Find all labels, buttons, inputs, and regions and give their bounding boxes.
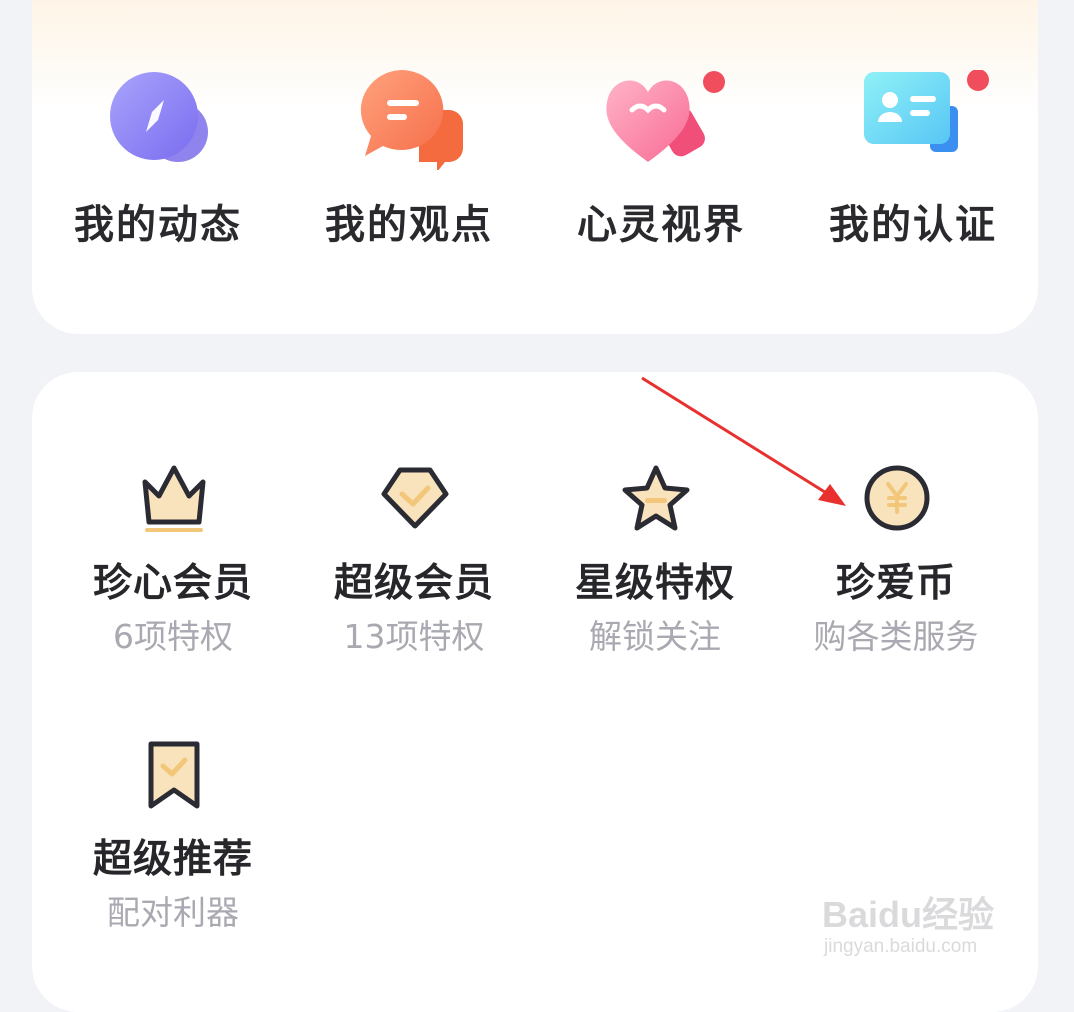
shortcut-label: 我的动态 [74,202,242,248]
service-subtitle: 13项特权 [343,617,485,656]
service-subtitle: 购各类服务 [813,617,979,656]
notification-dot [967,70,989,91]
shortcut-my-posts[interactable]: 我的动态 [33,70,283,250]
service-title: 星级特权 [574,561,735,606]
compass-icon [110,72,208,162]
shortcut-label: 我的观点 [325,202,493,248]
service-zhenai-coin[interactable]: 珍爱币 购各类服务 [776,464,1016,664]
heart-icon [606,71,725,162]
baidu-watermark: Baidu经验 jingyan.baidu.com [822,866,1022,966]
profile-shortcuts-card: 我的动态 我的观点 心灵视界 我的认证 [32,0,1038,334]
service-star-privilege[interactable]: 星级特权 解锁关注 [535,464,775,664]
service-title: 超级推荐 [92,837,253,882]
service-subtitle: 配对利器 [107,893,239,932]
shortcut-label: 心灵视界 [577,202,745,248]
shortcut-my-opinions[interactable]: 我的观点 [284,70,534,250]
watermark-url: jingyan.baidu.com [824,936,978,957]
shortcut-label: 我的认证 [829,202,997,248]
service-title: 珍爱币 [835,561,956,606]
coin-icon [864,465,930,531]
id-card-icon [864,70,989,152]
star-icon [622,465,690,531]
service-super-recommend[interactable]: 超级推荐 配对利器 [53,740,293,940]
notification-dot [703,71,725,93]
diamond-icon [381,467,449,529]
watermark-brand: Baidu经验 [822,894,995,935]
service-subtitle: 6项特权 [113,617,233,656]
service-zhenxin-member[interactable]: 珍心会员 6项特权 [53,464,293,664]
shortcut-my-verification[interactable]: 我的认证 [788,70,1038,250]
service-title: 珍心会员 [92,561,253,606]
service-subtitle: 解锁关注 [589,617,721,656]
shortcut-soul-vision[interactable]: 心灵视界 [536,70,786,250]
bookmark-icon [148,741,200,809]
crown-icon [142,465,206,532]
chat-bubble-icon [360,70,463,170]
service-title: 超级会员 [333,561,494,606]
service-super-member[interactable]: 超级会员 13项特权 [294,464,534,664]
